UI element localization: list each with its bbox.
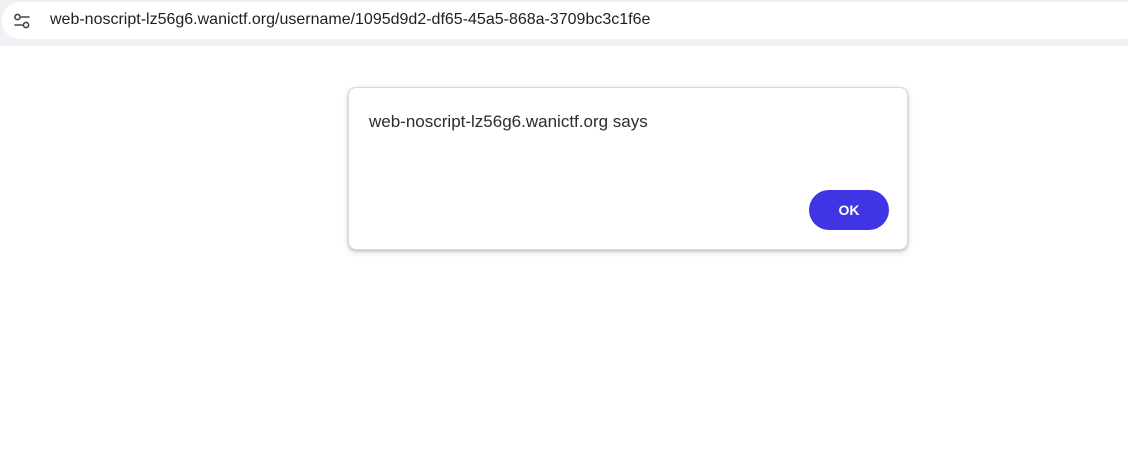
address-bar[interactable]: web-noscript-lz56g6.wanictf.org/username… bbox=[2, 2, 1128, 39]
ok-button[interactable]: OK bbox=[809, 190, 889, 230]
address-bar-url[interactable]: web-noscript-lz56g6.wanictf.org/username… bbox=[50, 11, 650, 29]
tune-icon bbox=[14, 13, 30, 29]
page-content: web-noscript-lz56g6.wanictf.org says OK bbox=[0, 46, 1128, 462]
browser-toolbar: web-noscript-lz56g6.wanictf.org/username… bbox=[0, 0, 1128, 46]
site-info-button[interactable] bbox=[11, 10, 33, 32]
alert-dialog: web-noscript-lz56g6.wanictf.org says OK bbox=[348, 87, 908, 250]
dialog-title: web-noscript-lz56g6.wanictf.org says bbox=[369, 112, 648, 131]
